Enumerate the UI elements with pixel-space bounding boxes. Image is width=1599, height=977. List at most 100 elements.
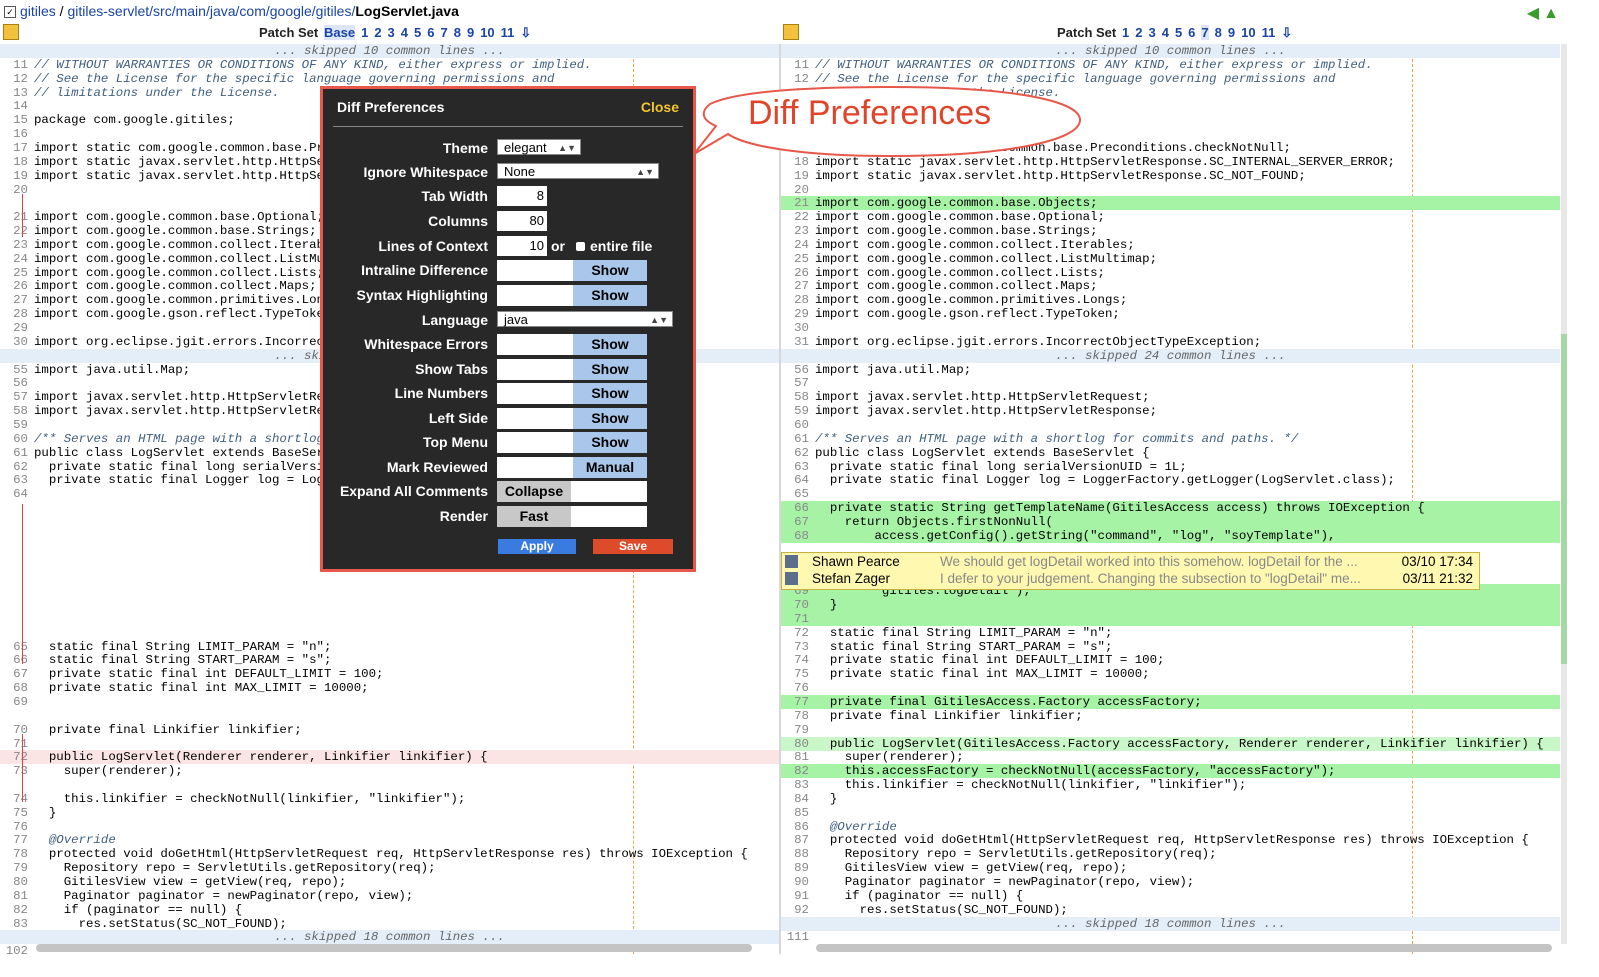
skipped-lines-bar[interactable]: ... skipped 10 common lines ... bbox=[781, 44, 1560, 58]
line-number[interactable]: 15 bbox=[0, 113, 28, 127]
tab-width-input[interactable]: 8 bbox=[497, 186, 547, 206]
breadcrumb-path-link[interactable]: gitiles-servlet/src/main/java/com/google… bbox=[67, 3, 355, 19]
line-number[interactable]: 22 bbox=[781, 210, 809, 224]
line-number[interactable]: 87 bbox=[781, 833, 809, 847]
line-number[interactable]: 26 bbox=[0, 279, 28, 293]
patchset-link[interactable]: 7 bbox=[440, 25, 447, 40]
line-number[interactable]: 71 bbox=[0, 737, 28, 751]
line-number[interactable]: 89 bbox=[781, 861, 809, 875]
line-number[interactable]: 84 bbox=[781, 792, 809, 806]
left-side-toggle[interactable]: Show bbox=[497, 408, 647, 429]
line-number[interactable]: 91 bbox=[781, 889, 809, 903]
patchset-link[interactable]: 3 bbox=[1148, 25, 1155, 40]
line-number[interactable]: 30 bbox=[0, 335, 28, 349]
line-number[interactable]: 57 bbox=[781, 376, 809, 390]
line-number[interactable]: 16 bbox=[0, 127, 28, 141]
line-number[interactable]: 68 bbox=[0, 681, 28, 695]
columns-input[interactable]: 80 bbox=[497, 211, 547, 231]
toggle-on[interactable]: Show bbox=[573, 383, 647, 404]
line-number[interactable]: 77 bbox=[0, 833, 28, 847]
line-number[interactable]: 59 bbox=[781, 404, 809, 418]
top-menu-toggle[interactable]: Show bbox=[497, 432, 647, 453]
patchset-link[interactable]: 9 bbox=[467, 25, 474, 40]
line-number[interactable]: 25 bbox=[781, 252, 809, 266]
line-number[interactable]: 76 bbox=[0, 820, 28, 834]
patchset-link[interactable]: 6 bbox=[1188, 25, 1195, 40]
line-number[interactable]: 73 bbox=[781, 640, 809, 654]
line-number[interactable]: 55 bbox=[0, 363, 28, 377]
line-number[interactable]: 77 bbox=[781, 694, 809, 709]
line-number[interactable]: 19 bbox=[781, 169, 809, 183]
comment-row[interactable]: Shawn Pearce We should get logDetail wor… bbox=[782, 553, 1479, 570]
line-number[interactable]: 69 bbox=[0, 695, 28, 709]
line-number[interactable]: 23 bbox=[0, 238, 28, 252]
line-number[interactable]: 80 bbox=[781, 737, 809, 751]
line-number[interactable]: 31 bbox=[781, 335, 809, 349]
language-select[interactable]: java ▲▼ bbox=[497, 311, 673, 327]
theme-select[interactable]: elegant ▲▼ bbox=[497, 139, 581, 155]
toggle-on[interactable]: Show bbox=[573, 408, 647, 429]
line-number[interactable]: 18 bbox=[0, 155, 28, 169]
toggle-off[interactable]: Collapse bbox=[497, 481, 571, 502]
line-number[interactable]: 111 bbox=[781, 930, 809, 944]
line-number[interactable]: 28 bbox=[781, 293, 809, 307]
prev-file-arrow-icon[interactable]: ◀ bbox=[1527, 5, 1539, 22]
line-number[interactable]: 81 bbox=[0, 889, 28, 903]
close-button[interactable]: Close bbox=[641, 99, 679, 115]
entire-file-checkbox[interactable] bbox=[576, 242, 585, 251]
render-toggle[interactable]: Fast bbox=[497, 506, 647, 527]
patchset-link[interactable]: 11 bbox=[501, 25, 515, 40]
mark-reviewed-toggle[interactable]: Manual bbox=[497, 457, 647, 478]
patchset-link[interactable]: 6 bbox=[427, 25, 434, 40]
line-number[interactable]: 58 bbox=[0, 404, 28, 418]
show-tabs-toggle[interactable]: Show bbox=[497, 359, 647, 380]
patchset-link[interactable]: 8 bbox=[1215, 25, 1222, 40]
patchset-link[interactable]: 5 bbox=[1175, 25, 1182, 40]
horizontal-scrollbar-right[interactable] bbox=[816, 944, 1552, 952]
line-number[interactable]: 22 bbox=[0, 224, 28, 238]
line-number[interactable]: 25 bbox=[0, 266, 28, 280]
line-number[interactable]: 78 bbox=[0, 847, 28, 861]
line-number[interactable]: 30 bbox=[781, 321, 809, 335]
skipped-lines-label[interactable]: ... skipped 18 common lines ... bbox=[781, 917, 1560, 931]
line-number[interactable]: 79 bbox=[781, 723, 809, 737]
line-number[interactable]: 78 bbox=[781, 709, 809, 723]
line-number[interactable]: 58 bbox=[781, 390, 809, 404]
line-number[interactable]: 65 bbox=[0, 640, 28, 654]
line-number[interactable]: 66 bbox=[0, 653, 28, 667]
up-arrow-icon[interactable]: ▲ bbox=[1543, 5, 1559, 22]
line-number[interactable]: 28 bbox=[0, 307, 28, 321]
patchset-link[interactable]: 9 bbox=[1228, 25, 1235, 40]
line-number[interactable]: 74 bbox=[0, 792, 28, 806]
toggle-on[interactable]: Show bbox=[573, 285, 647, 306]
line-number[interactable]: 82 bbox=[0, 903, 28, 917]
line-number[interactable]: 83 bbox=[781, 778, 809, 792]
line-number[interactable]: 68 bbox=[781, 528, 809, 543]
skipped-lines-label[interactable]: ... skipped 24 common lines ... bbox=[781, 349, 1560, 363]
patchset-link[interactable]: 4 bbox=[401, 25, 408, 40]
line-number[interactable]: 24 bbox=[0, 252, 28, 266]
intraline-toggle[interactable]: Show bbox=[497, 260, 647, 281]
line-number[interactable]: 80 bbox=[0, 875, 28, 889]
apply-button[interactable]: Apply bbox=[498, 539, 576, 554]
line-number[interactable]: 11 bbox=[781, 58, 809, 72]
skipped-lines-bar[interactable]: ... skipped 10 common lines ... bbox=[0, 44, 779, 58]
line-number[interactable]: 29 bbox=[0, 321, 28, 335]
comment-thread[interactable]: Shawn Pearce We should get logDetail wor… bbox=[781, 552, 1480, 590]
skipped-lines-label[interactable]: ... skipped 10 common lines ... bbox=[781, 44, 1560, 58]
line-number[interactable]: 21 bbox=[781, 196, 809, 211]
comment-row[interactable]: Stefan Zager I defer to your judgement. … bbox=[782, 570, 1479, 587]
context-input[interactable]: 10 bbox=[497, 236, 547, 256]
whitespace-errors-toggle[interactable]: Show bbox=[497, 334, 647, 355]
toggle-off[interactable]: Fast bbox=[497, 506, 571, 527]
line-number[interactable]: 13 bbox=[0, 86, 28, 100]
line-number[interactable]: 86 bbox=[781, 820, 809, 834]
toggle-on[interactable]: Show bbox=[573, 260, 647, 281]
toggle-on[interactable]: Manual bbox=[573, 457, 647, 478]
line-number[interactable]: 65 bbox=[781, 487, 809, 501]
line-number[interactable]: 61 bbox=[0, 446, 28, 460]
line-number[interactable]: 27 bbox=[781, 279, 809, 293]
line-number[interactable]: 75 bbox=[0, 806, 28, 820]
toggle-on[interactable]: Show bbox=[573, 334, 647, 355]
patchset-link[interactable]: 4 bbox=[1162, 25, 1169, 40]
